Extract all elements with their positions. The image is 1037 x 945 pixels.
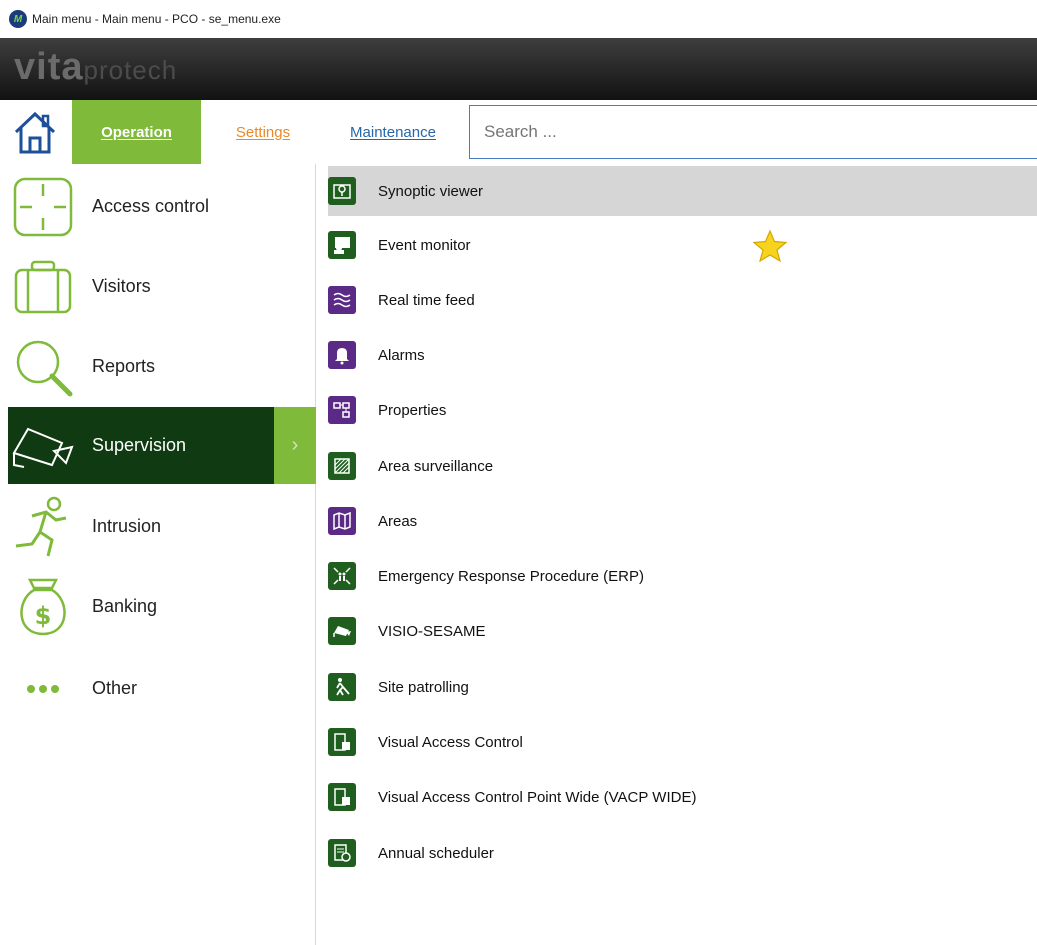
menu-item-label: Annual scheduler: [378, 844, 494, 862]
menu-item-label: Areas: [378, 512, 418, 530]
tab-settings[interactable]: Settings: [218, 100, 308, 164]
sidebar-item-banking[interactable]: $ Banking: [8, 568, 316, 645]
menu-item-label: Visual Access Control Point Wide (VACP W…: [378, 788, 697, 806]
menu-item-label: Area surveillance: [378, 457, 494, 475]
favorite-star-icon[interactable]: [752, 229, 788, 263]
running-person-icon: [8, 492, 78, 562]
hatched-area-icon: [328, 452, 356, 480]
magnifier-icon: [8, 332, 78, 402]
vitaprotech-logo: vitaprotech: [14, 46, 177, 89]
door-hand-icon: [328, 728, 356, 756]
tab-settings-label: Settings: [235, 123, 291, 141]
sidebar-item-other[interactable]: Other: [8, 650, 316, 727]
menu-item-visual-access-control[interactable]: Visual Access Control: [328, 717, 1037, 767]
toolbar: Operation Settings Maintenance: [0, 100, 1037, 164]
sidebar-item-label: Other: [92, 678, 138, 698]
search-input[interactable]: [469, 105, 1037, 159]
door-hand-icon: [328, 783, 356, 811]
patrol-walker-icon: [328, 673, 356, 701]
menu-item-label: Emergency Response Procedure (ERP): [378, 567, 644, 585]
menu-item-label: Real time feed: [378, 291, 475, 309]
menu-item-label: Synoptic viewer: [378, 182, 484, 200]
tab-operation[interactable]: Operation: [72, 100, 201, 164]
menu-item-synoptic-viewer[interactable]: Synoptic viewer: [328, 166, 1037, 216]
app-icon: M: [9, 10, 27, 28]
monitor-person-icon: [328, 231, 356, 259]
more-dots-icon: [8, 654, 78, 724]
sidebar-item-supervision[interactable]: Supervision ›: [8, 407, 316, 484]
svg-text:$: $: [35, 602, 52, 630]
sidebar-item-access-control[interactable]: Access control: [8, 168, 316, 245]
menu-item-real-time-feed[interactable]: Real time feed: [328, 275, 1037, 325]
sidebar-item-reports[interactable]: Reports: [8, 328, 316, 405]
tab-operation-label: Operation: [101, 123, 172, 141]
menu-item-label: Visual Access Control: [378, 733, 523, 751]
menu-item-visio-sesame[interactable]: VISIO-SESAME: [328, 606, 1037, 656]
bell-icon: [328, 341, 356, 369]
menu-item-properties[interactable]: Properties: [328, 385, 1037, 435]
access-control-icon: [8, 172, 78, 242]
menu-item-label: Site patrolling: [378, 678, 469, 696]
banner: vitaprotech: [0, 38, 1037, 100]
waves-icon: [328, 286, 356, 314]
menu-item-erp[interactable]: Emergency Response Procedure (ERP): [328, 551, 1037, 601]
evacuation-icon: [328, 562, 356, 590]
map-icon: [328, 507, 356, 535]
chevron-right-icon: ›: [274, 407, 316, 484]
sidebar-item-label: Intrusion: [92, 516, 162, 536]
menu-list: Synoptic viewer Event monitor Real time …: [318, 164, 1037, 945]
tab-maintenance[interactable]: Maintenance: [328, 100, 458, 164]
window-title: Main menu - Main menu - PCO - se_menu.ex…: [32, 12, 281, 26]
briefcase-icon: [8, 252, 78, 322]
house-icon[interactable]: [10, 108, 60, 158]
sidebar-item-label: Access control: [92, 196, 210, 216]
sidebar-item-label: Reports: [92, 356, 156, 376]
menu-item-areas[interactable]: Areas: [328, 496, 1037, 546]
menu-item-label: VISIO-SESAME: [378, 622, 486, 640]
calendar-clock-icon: [328, 839, 356, 867]
sidebar-item-label: Banking: [92, 596, 158, 616]
tab-maintenance-label: Maintenance: [350, 123, 436, 141]
menu-item-vacp-wide[interactable]: Visual Access Control Point Wide (VACP W…: [328, 772, 1037, 822]
sidebar-item-visitors[interactable]: Visitors: [8, 248, 316, 325]
logo-light: protech: [83, 55, 178, 85]
hierarchy-icon: [328, 396, 356, 424]
sidebar-item-intrusion[interactable]: Intrusion: [8, 488, 316, 565]
sidebar-item-label: Supervision: [92, 435, 187, 455]
menu-item-label: Properties: [378, 401, 447, 419]
camera-icon: [8, 411, 78, 481]
logo-bold: vita: [14, 46, 84, 88]
menu-item-alarms[interactable]: Alarms: [328, 330, 1037, 380]
sidebar-item-label: Visitors: [92, 276, 151, 296]
map-pin-icon: [328, 177, 356, 205]
title-bar: M Main menu - Main menu - PCO - se_menu.…: [0, 0, 1037, 38]
menu-item-event-monitor[interactable]: Event monitor: [328, 220, 1037, 270]
menu-item-site-patrolling[interactable]: Site patrolling: [328, 662, 1037, 712]
money-bag-icon: $: [8, 572, 78, 642]
menu-item-label: Event monitor: [378, 236, 471, 254]
menu-item-area-surveillance[interactable]: Area surveillance: [328, 441, 1037, 491]
menu-item-label: Alarms: [378, 346, 425, 364]
menu-item-annual-scheduler[interactable]: Annual scheduler: [328, 828, 1037, 878]
cctv-camera-icon: [328, 617, 356, 645]
sidebar: Access control Visitors Reports Supervis…: [0, 164, 316, 945]
